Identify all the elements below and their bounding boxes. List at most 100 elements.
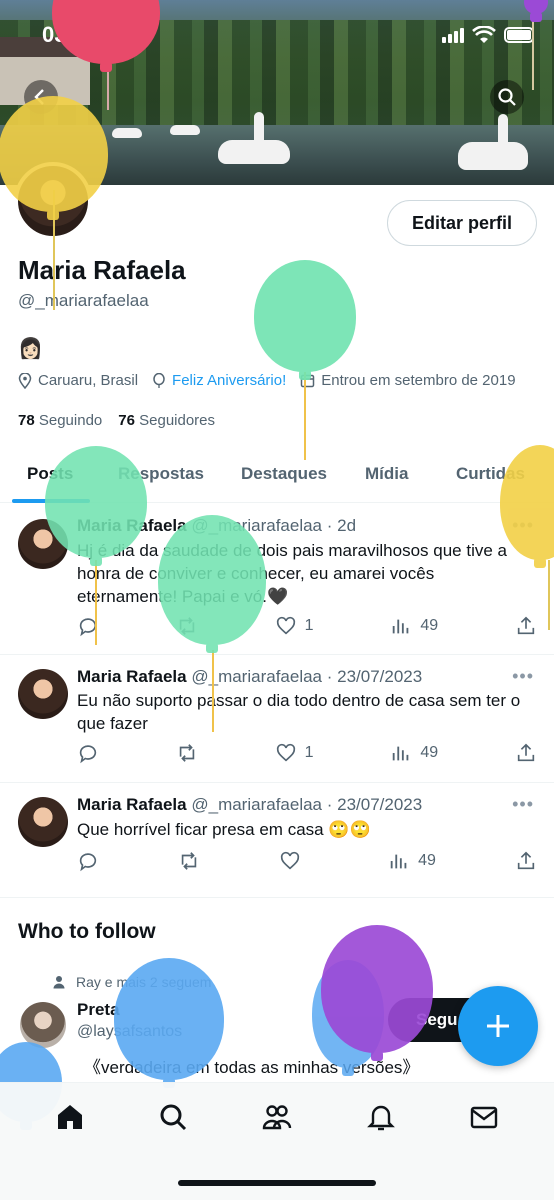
wifi-icon [472,26,496,43]
status-time: 03:52 [42,22,99,47]
post-handle: @_mariarafaelaa [191,667,323,686]
suggested-user-handle: @laysafsantos [77,1023,183,1040]
search-icon[interactable] [157,1101,189,1133]
post-time: · 23/07/2023 [326,795,423,814]
followers-count: 76 [118,412,135,429]
notifications-icon[interactable] [365,1101,397,1133]
tab-midia[interactable]: Mídia [355,445,445,503]
views-button[interactable]: 49 [390,742,438,764]
post-text: Eu não suporto passar o dia todo dentro … [77,691,521,733]
suggested-user-bio: 《verdadeira em todas as minhas versões》 [84,1058,420,1077]
tab-curtidas[interactable]: Curtidas [445,445,554,503]
like-count: 1 [304,617,314,634]
profile-location: Caruaru, Brasil [38,372,139,389]
post-time: · 2d [326,516,357,535]
search-button[interactable] [490,80,524,114]
profile-bio: 👩🏻 [18,338,43,360]
profile-name: Maria Rafaela [18,255,186,285]
reply-button[interactable] [77,615,99,637]
tab-posts[interactable]: Posts [0,445,102,503]
post-avatar[interactable] [18,797,68,847]
post-avatar[interactable] [18,519,68,569]
post-header: Maria Rafaela @_mariarafaelaa · 23/07/20… [77,795,422,815]
messages-icon[interactable] [468,1101,500,1133]
post-item[interactable]: Maria Rafaela @_mariarafaelaa · 23/07/20… [0,655,554,783]
back-button[interactable] [24,80,58,114]
share-button[interactable] [515,742,537,764]
calendar-icon [301,374,315,388]
more-options-icon[interactable]: ••• [512,794,534,815]
post-text: Que horrível ficar presa em casa 🙄🙄 [77,820,371,839]
post-text: Hj é dia da saudade de dois pais maravil… [77,541,507,606]
compose-plus-icon [487,1015,509,1037]
heart-icon [276,616,295,635]
like-button[interactable] [279,850,309,872]
post-item[interactable]: Maria Rafaela @_mariarafaelaa · 2d ••• H… [0,503,554,655]
communities-icon[interactable] [261,1101,293,1133]
profile-tabs: Posts Respostas Destaques Mídia Curtidas [0,445,554,503]
post-item[interactable]: Maria Rafaela @_mariarafaelaa · 23/07/20… [0,783,554,898]
reply-button[interactable] [77,742,99,764]
post-actions: 1 49 [77,742,537,764]
home-icon[interactable] [54,1101,86,1133]
tab-respostas[interactable]: Respostas [102,445,230,503]
followers-link[interactable]: 76 Seguidores [118,412,215,429]
repost-icon [181,852,197,870]
reply-button[interactable] [77,850,99,872]
balloon-icon [153,372,165,388]
suggested-user-avatar[interactable] [20,1002,66,1048]
more-options-icon[interactable]: ••• [512,515,534,536]
views-button[interactable]: 49 [388,850,436,872]
views-icon [393,619,409,634]
more-options-icon[interactable]: ••• [512,666,534,687]
post-avatar[interactable] [18,669,68,719]
post-header: Maria Rafaela @_mariarafaelaa · 23/07/20… [77,667,422,687]
reply-icon [79,618,97,637]
post-author: Maria Rafaela [77,795,187,814]
swan-boat [170,125,200,135]
profile-avatar[interactable] [14,162,92,240]
like-button[interactable]: 1 [275,615,314,637]
compose-button[interactable] [458,986,538,1066]
post-time: · 23/07/2023 [326,667,423,686]
home-indicator [178,1180,376,1186]
post-actions: 1 49 [77,615,537,637]
following-count: 78 [18,412,35,429]
swan-boat [458,114,528,170]
post-actions: 49 [77,850,537,872]
heart-icon [276,743,295,762]
views-button[interactable]: 49 [390,615,438,637]
heart-icon [280,851,300,870]
tab-label: Curtidas [456,464,525,483]
back-arrow-icon [34,89,44,105]
views-count: 49 [420,744,439,761]
tab-label: Destaques [241,464,327,483]
repost-button[interactable] [178,850,200,872]
share-button[interactable] [515,615,537,637]
post-handle: @_mariarafaelaa [191,516,323,535]
birthday-link[interactable]: Feliz Aniversário! [172,372,286,389]
follow-context: Ray e mais 2 seguem [52,974,211,990]
share-button[interactable] [515,850,537,872]
edit-profile-button[interactable]: Editar perfil [387,200,537,246]
who-to-follow-title: Who to follow [18,920,156,943]
followers-label: Seguidores [139,412,216,429]
following-label: Seguindo [38,412,103,429]
suggested-user-name[interactable]: Preta [77,1000,120,1020]
profile-handle: @_mariarafaelaa [18,291,149,310]
battery-icon [504,27,534,43]
bottom-nav-items [0,1101,554,1133]
tab-label: Posts [27,464,74,483]
repost-button[interactable] [176,615,198,637]
views-count: 49 [420,617,439,634]
like-button[interactable]: 1 [275,742,314,764]
like-count: 1 [304,744,314,761]
search-icon [498,88,516,106]
post-author: Maria Rafaela [77,516,187,535]
following-link[interactable]: 78 Seguindo [18,412,102,429]
post-header: Maria Rafaela @_mariarafaelaa · 2d [77,516,356,536]
post-author: Maria Rafaela [77,667,187,686]
tab-destaques[interactable]: Destaques [230,445,355,503]
repost-button[interactable] [176,742,198,764]
location-icon [18,372,32,389]
